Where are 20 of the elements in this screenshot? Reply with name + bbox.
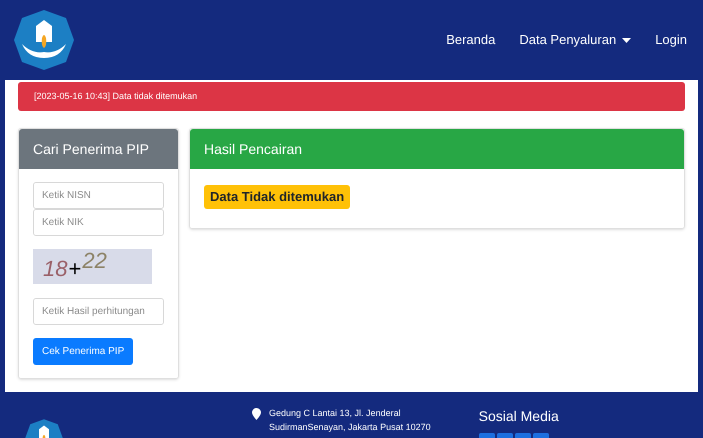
address-line: Gedung C Lantai 13, Jl. Jenderal xyxy=(269,407,402,420)
input-field[interactable]: Ketik NISN xyxy=(33,182,164,209)
caret-icon xyxy=(622,38,632,42)
check-button[interactable]: Cek Penerima PIP xyxy=(33,338,134,365)
alert-text: [2023-05-16 10:43] Data tidak ditemukan xyxy=(34,90,198,103)
captcha-number: 22 xyxy=(82,250,107,272)
social-title: Sosial Media xyxy=(478,407,559,426)
card-title: Cari Penerima PIP xyxy=(33,140,149,158)
answer-field[interactable]: Ketik Hasil perhitungan xyxy=(33,298,164,325)
input-field[interactable]: Ketik NIK xyxy=(33,209,164,236)
warning-badge: Data Tidak ditemukan xyxy=(204,185,350,208)
nav-link[interactable]: Login xyxy=(655,30,687,50)
address-line: SudirmanSenayan, Jakarta Pusat 10270 xyxy=(269,421,431,434)
captcha-number: 18 xyxy=(43,258,68,280)
emblem-logo xyxy=(12,8,76,72)
captcha-operator: + xyxy=(68,258,82,280)
card-title: Hasil Pencairan xyxy=(204,140,302,158)
map-pin-icon xyxy=(252,408,261,420)
nav-link[interactable]: Data Penyaluran xyxy=(519,30,632,50)
nav-link[interactable]: Beranda xyxy=(446,30,496,50)
